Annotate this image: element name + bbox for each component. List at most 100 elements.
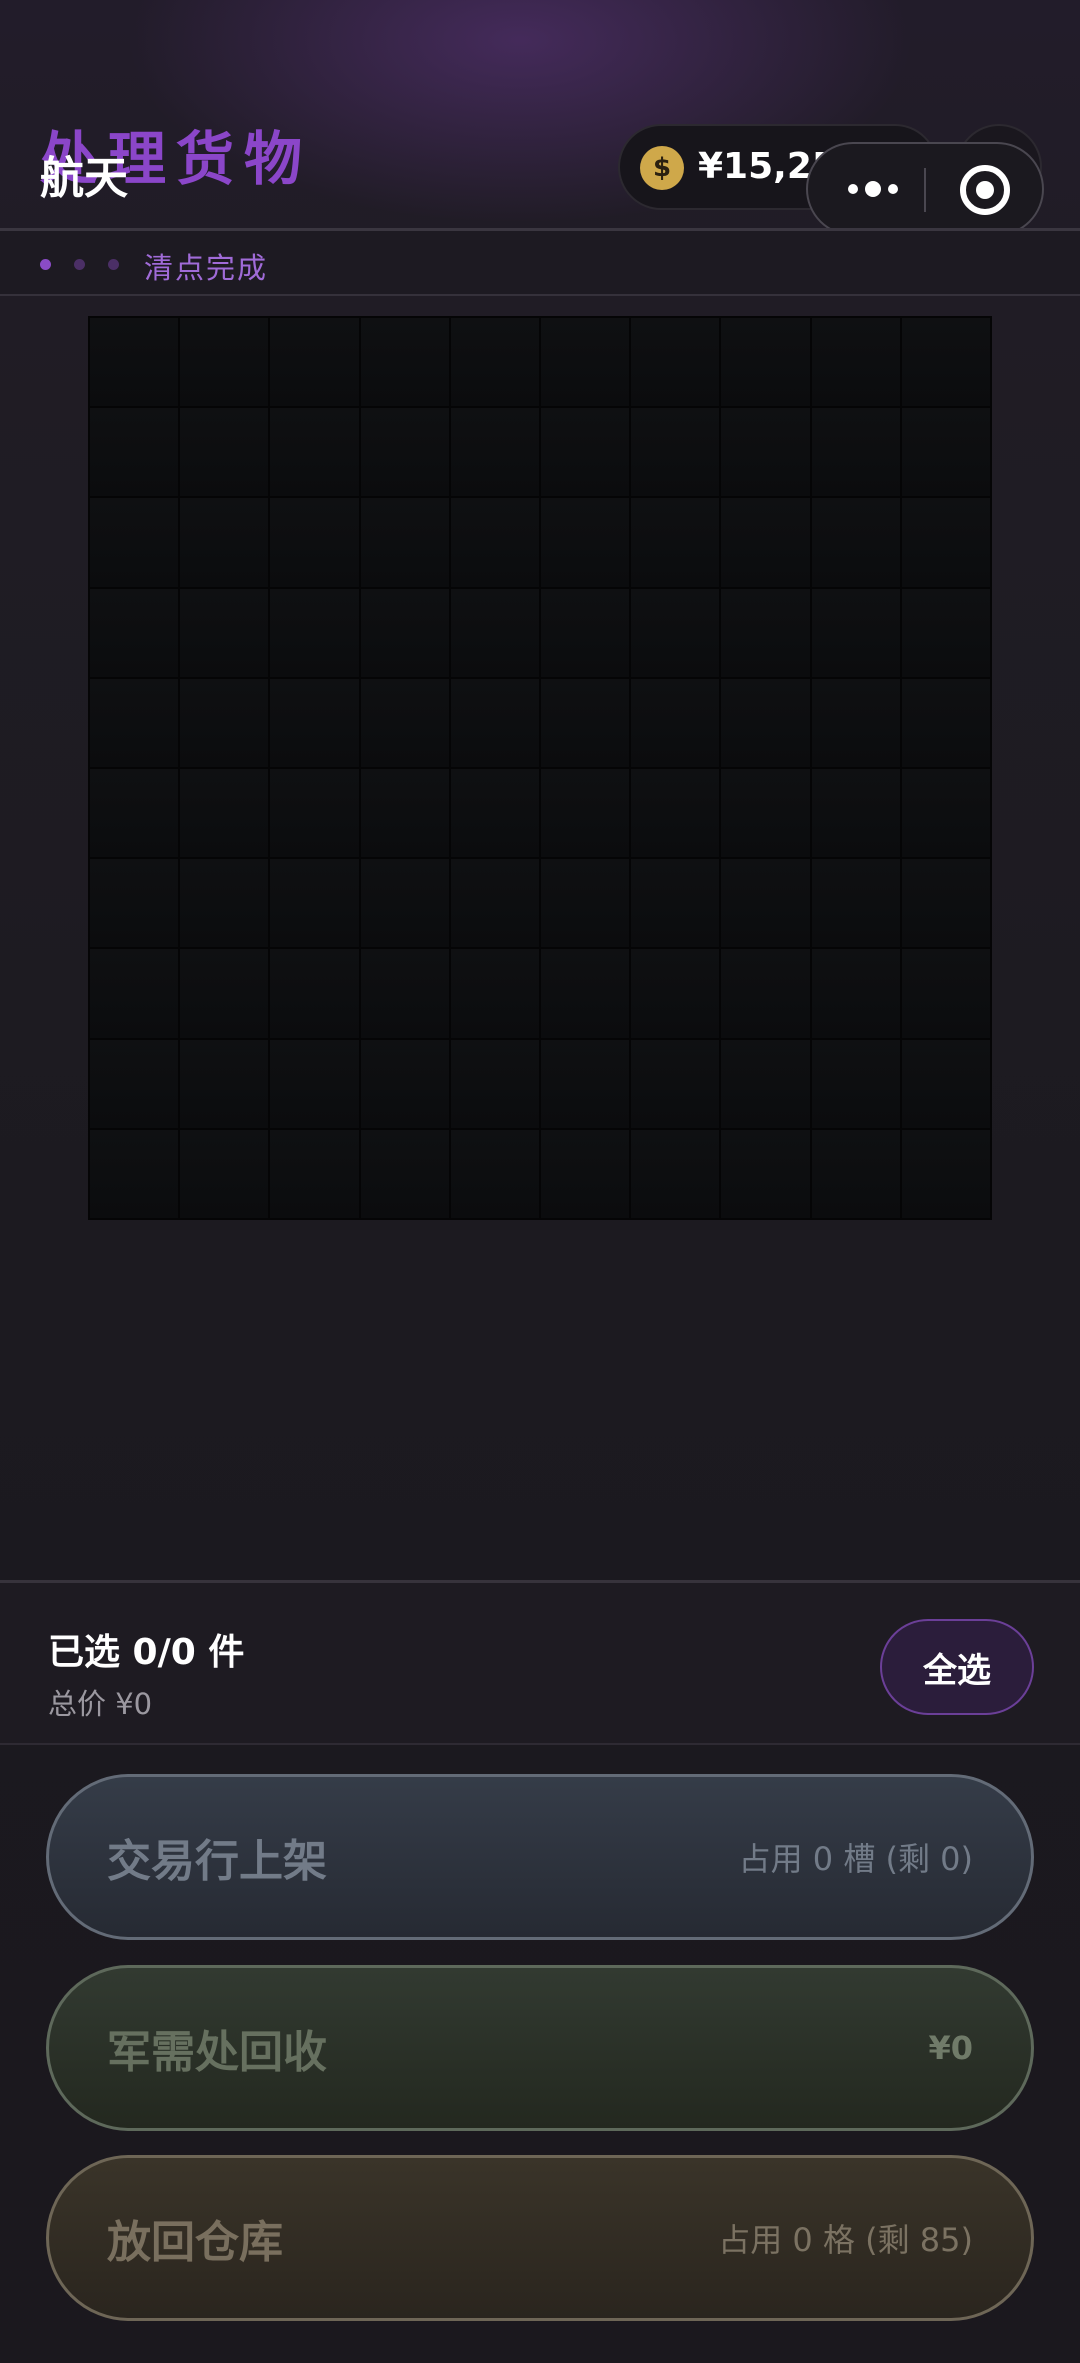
grid-cell[interactable]	[631, 1129, 720, 1218]
grid-cell[interactable]	[811, 949, 900, 1038]
inventory-grid[interactable]	[88, 316, 992, 1220]
grid-cell[interactable]	[360, 588, 449, 677]
grid-cell[interactable]	[360, 318, 449, 407]
record-circle-icon[interactable]	[960, 165, 1010, 215]
grid-cell[interactable]	[360, 859, 449, 948]
grid-cell[interactable]	[270, 678, 359, 767]
grid-cell[interactable]	[540, 318, 630, 407]
grid-cell[interactable]	[901, 768, 990, 858]
grid-cell[interactable]	[360, 678, 449, 767]
grid-cell[interactable]	[270, 1129, 359, 1218]
grid-cell[interactable]	[811, 498, 900, 587]
grid-cell[interactable]	[180, 318, 269, 407]
grid-cell[interactable]	[540, 408, 630, 497]
grid-cell[interactable]	[901, 1039, 990, 1128]
grid-cell[interactable]	[450, 678, 539, 767]
grid-cell[interactable]	[360, 1129, 449, 1218]
grid-cell[interactable]	[811, 678, 900, 767]
grid-cell[interactable]	[90, 949, 179, 1038]
grid-cell[interactable]	[631, 768, 720, 858]
grid-cell[interactable]	[90, 588, 179, 677]
grid-cell[interactable]	[540, 1039, 630, 1128]
grid-cell[interactable]	[811, 1129, 900, 1218]
grid-cell[interactable]	[811, 859, 900, 948]
grid-cell[interactable]	[450, 859, 539, 948]
grid-cell[interactable]	[360, 498, 449, 587]
grid-cell[interactable]	[180, 498, 269, 587]
trade-list-button[interactable]: 交易行上架 占用 0 槽 (剩 0)	[46, 1774, 1034, 1940]
grid-cell[interactable]	[180, 678, 269, 767]
grid-cell[interactable]	[631, 498, 720, 587]
grid-cell[interactable]	[180, 859, 269, 948]
grid-cell[interactable]	[721, 318, 810, 407]
grid-cell[interactable]	[270, 318, 359, 407]
grid-cell[interactable]	[901, 498, 990, 587]
grid-cell[interactable]	[360, 408, 449, 497]
grid-cell[interactable]	[450, 498, 539, 587]
grid-cell[interactable]	[631, 859, 720, 948]
grid-cell[interactable]	[270, 1039, 359, 1128]
grid-cell[interactable]	[811, 768, 900, 858]
grid-cell[interactable]	[901, 318, 990, 407]
grid-cell[interactable]	[901, 678, 990, 767]
grid-cell[interactable]	[90, 859, 179, 948]
grid-cell[interactable]	[721, 498, 810, 587]
grid-cell[interactable]	[450, 588, 539, 677]
grid-cell[interactable]	[90, 1129, 179, 1218]
grid-cell[interactable]	[90, 678, 179, 767]
grid-cell[interactable]	[811, 318, 900, 407]
grid-cell[interactable]	[631, 588, 720, 677]
grid-cell[interactable]	[540, 768, 630, 858]
grid-cell[interactable]	[540, 678, 630, 767]
grid-cell[interactable]	[901, 859, 990, 948]
grid-cell[interactable]	[90, 1039, 179, 1128]
grid-cell[interactable]	[180, 949, 269, 1038]
grid-cell[interactable]	[901, 949, 990, 1038]
grid-cell[interactable]	[90, 318, 179, 407]
grid-cell[interactable]	[901, 588, 990, 677]
grid-cell[interactable]	[721, 859, 810, 948]
grid-cell[interactable]	[721, 408, 810, 497]
grid-cell[interactable]	[180, 588, 269, 677]
grid-cell[interactable]	[360, 1039, 449, 1128]
grid-cell[interactable]	[540, 949, 630, 1038]
grid-cell[interactable]	[721, 588, 810, 677]
grid-cell[interactable]	[540, 588, 630, 677]
grid-cell[interactable]	[270, 408, 359, 497]
grid-cell[interactable]	[360, 949, 449, 1038]
grid-cell[interactable]	[450, 1129, 539, 1218]
grid-cell[interactable]	[631, 678, 720, 767]
grid-cell[interactable]	[811, 1039, 900, 1128]
grid-cell[interactable]	[360, 768, 449, 858]
grid-cell[interactable]	[721, 1129, 810, 1218]
grid-cell[interactable]	[270, 768, 359, 858]
grid-cell[interactable]	[90, 408, 179, 497]
grid-cell[interactable]	[631, 408, 720, 497]
grid-cell[interactable]	[450, 408, 539, 497]
more-dots-icon[interactable]	[828, 144, 918, 234]
grid-cell[interactable]	[270, 588, 359, 677]
grid-cell[interactable]	[901, 408, 990, 497]
grid-cell[interactable]	[721, 1039, 810, 1128]
grid-cell[interactable]	[270, 949, 359, 1038]
grid-cell[interactable]	[90, 498, 179, 587]
grid-cell[interactable]	[901, 1129, 990, 1218]
grid-cell[interactable]	[180, 1039, 269, 1128]
grid-cell[interactable]	[270, 859, 359, 948]
recycle-button[interactable]: 军需处回收 ¥0	[46, 1965, 1034, 2131]
grid-cell[interactable]	[721, 949, 810, 1038]
select-all-button[interactable]: 全选	[880, 1619, 1034, 1715]
grid-cell[interactable]	[180, 768, 269, 858]
grid-cell[interactable]	[450, 949, 539, 1038]
grid-cell[interactable]	[631, 318, 720, 407]
grid-cell[interactable]	[811, 588, 900, 677]
grid-cell[interactable]	[540, 859, 630, 948]
grid-cell[interactable]	[721, 768, 810, 858]
grid-cell[interactable]	[90, 768, 179, 858]
return-to-storage-button[interactable]: 放回仓库 占用 0 格 (剩 85)	[46, 2155, 1034, 2321]
grid-cell[interactable]	[180, 408, 269, 497]
grid-cell[interactable]	[180, 1129, 269, 1218]
grid-cell[interactable]	[811, 408, 900, 497]
grid-cell[interactable]	[450, 768, 539, 858]
grid-cell[interactable]	[450, 1039, 539, 1128]
